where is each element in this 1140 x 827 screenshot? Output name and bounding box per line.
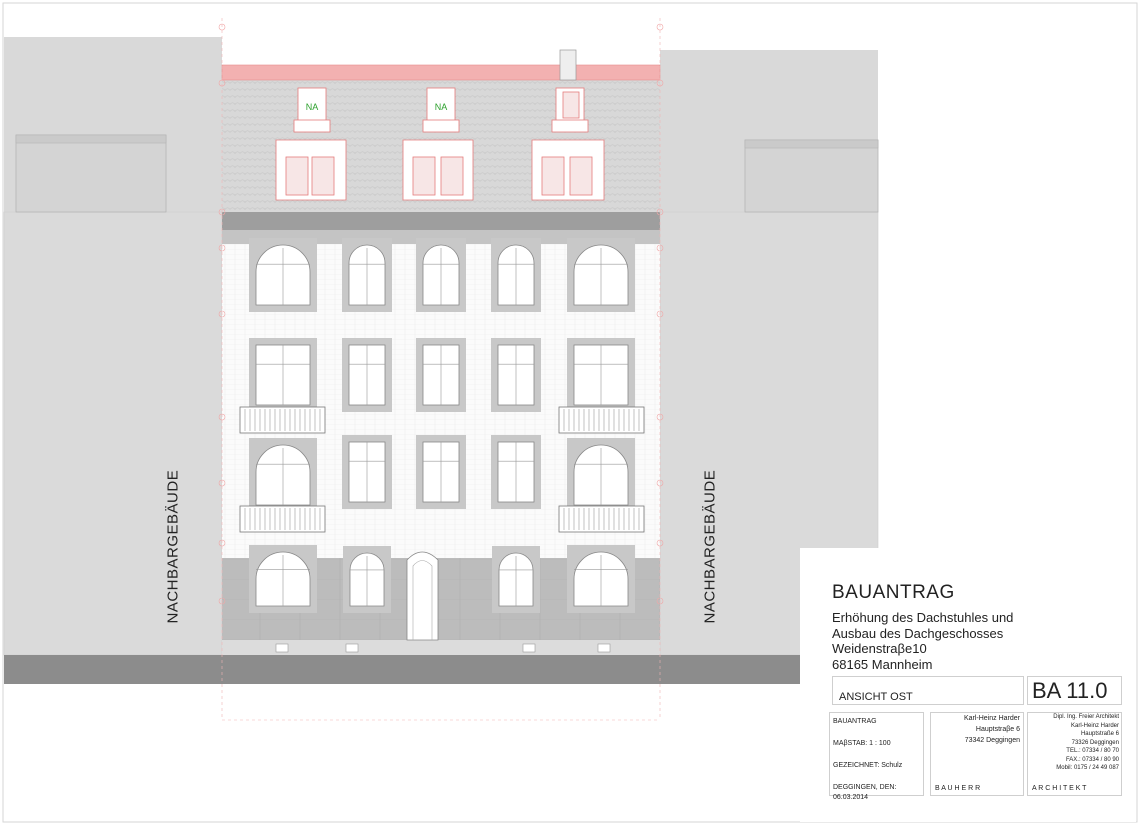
title-heading: BAUANTRAG [832, 582, 955, 603]
project-description: Erhöhung des Dachstuhles und Ausbau des … [832, 610, 1013, 672]
architect-street: Hauptstraße 6 [1080, 731, 1119, 737]
ground-line [4, 655, 878, 684]
architect-fax: FAX.: 07334 / 80 90 [1065, 756, 1119, 763]
neighbor-left-label: NACHBARGEBÄUDE [164, 469, 182, 624]
architect-box: Dipl. Ing. Freier Architekt Karl-Heinz H… [1027, 712, 1122, 796]
client-city: 73342 Deggingen [964, 737, 1020, 744]
architect-role: A R C H I T E K T [1032, 785, 1087, 792]
architect-tel: TEL.: 07334 / 80 70 [1066, 748, 1119, 754]
project-info-box: BAUANTRAG MAβSTAB: 1 : 100 GEZEICHNET: S… [829, 712, 924, 801]
architect-name: Karl-Heinz Harder [1070, 722, 1119, 729]
view-name: ANSICHT OST [839, 691, 913, 703]
drawing-scale: MAβSTAB: 1 : 100 [833, 740, 891, 747]
view-name-box: ANSICHT OST [832, 676, 1024, 705]
sheet-number: BA 11.0 [1032, 678, 1108, 703]
client-box: Karl-Heinz Harder Hauptstraβe 6 73342 De… [930, 712, 1024, 796]
architect-mobil: Mobil: 0175 / 24 49 087 [1056, 765, 1119, 771]
drawing-date: DEGGINGEN, DEN: 06.03.2014 [833, 784, 897, 801]
roof [221, 49, 661, 212]
na-label-middle: NA [435, 102, 448, 112]
sheet-number-box: BA 11.0 [1027, 676, 1122, 705]
project-line-3: Weidenstraβe10 [832, 641, 927, 656]
neighbor-right-label: NACHBARGEBÄUDE [701, 469, 719, 624]
architect-title: Dipl. Ing. Freier Architekt [1053, 714, 1119, 720]
client-street: Hauptstraβe 6 [975, 726, 1020, 733]
project-line-1: Erhöhung des Dachstuhles und [832, 610, 1014, 625]
client-name: Karl-Heinz Harder [963, 715, 1020, 722]
na-label-left: NA [306, 102, 319, 112]
project-line-2: Ausbau des Dachgeschosses [832, 625, 1004, 641]
drawn-by: GEZEICHNET: Schulz [833, 762, 903, 769]
architect-details: Dipl. Ing. Freier Architekt Karl-Heinz H… [1053, 713, 1119, 773]
project-type: BAUANTRAG [833, 718, 877, 725]
neighbor-left [3, 37, 223, 656]
client-role: B A U H E R R [935, 785, 981, 792]
architect-city: 73326 Deggingen [1071, 739, 1119, 746]
entrance-door [406, 551, 439, 641]
project-line-4: 68165 Mannheim [832, 656, 933, 672]
